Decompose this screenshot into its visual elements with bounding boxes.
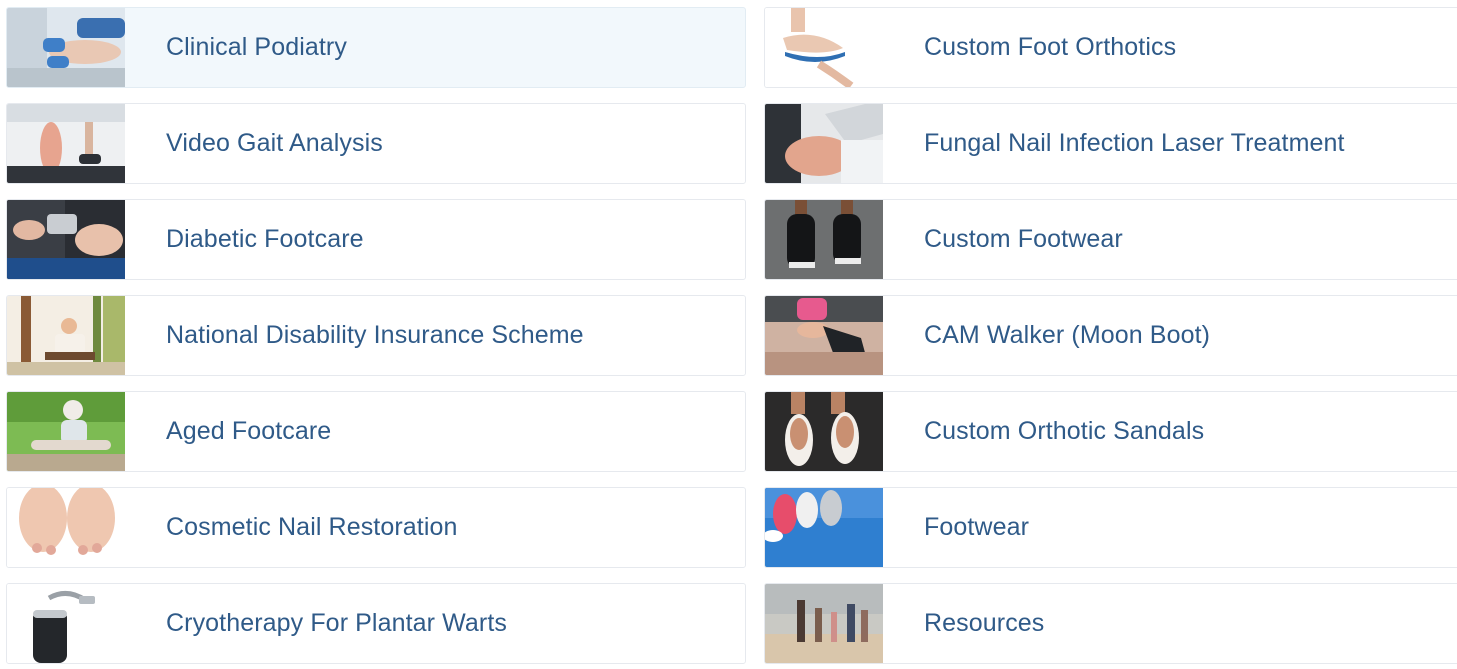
elderly-woman-stretching-photo <box>7 392 125 471</box>
service-label: Video Gait Analysis <box>166 129 383 157</box>
service-card-cryotherapy[interactable]: Cryotherapy For Plantar Warts <box>6 583 746 664</box>
service-card-custom-footwear[interactable]: Custom Footwear <box>764 199 1457 280</box>
service-label: Diabetic Footcare <box>166 225 364 253</box>
service-label: Fungal Nail Infection Laser Treatment <box>924 129 1345 157</box>
service-label: Custom Foot Orthotics <box>924 33 1177 61</box>
service-label: National Disability Insurance Scheme <box>166 321 584 349</box>
service-card-cosmetic-nail-restoration[interactable]: Cosmetic Nail Restoration <box>6 487 746 568</box>
services-grid: Clinical Podiatry Video Gait Analysis Di… <box>0 0 1457 669</box>
service-card-fungal-nail-laser[interactable]: Fungal Nail Infection Laser Treatment <box>764 103 1457 184</box>
orthotic-insole-photo <box>765 8 883 87</box>
service-card-footwear[interactable]: Footwear <box>764 487 1457 568</box>
service-label: Custom Footwear <box>924 225 1123 253</box>
black-shoes-photo <box>765 200 883 279</box>
service-card-orthotic-sandals[interactable]: Custom Orthotic Sandals <box>764 391 1457 472</box>
moon-boot-photo <box>765 296 883 375</box>
service-card-video-gait-analysis[interactable]: Video Gait Analysis <box>6 103 746 184</box>
service-card-cam-walker[interactable]: CAM Walker (Moon Boot) <box>764 295 1457 376</box>
service-label: Clinical Podiatry <box>166 33 347 61</box>
service-label: Custom Orthotic Sandals <box>924 417 1205 445</box>
services-column-right: Custom Foot Orthotics Fungal Nail Infect… <box>764 7 1457 664</box>
podiatry-treatment-photo <box>7 8 125 87</box>
service-card-ndis[interactable]: National Disability Insurance Scheme <box>6 295 746 376</box>
service-label: Cryotherapy For Plantar Warts <box>166 609 507 637</box>
treadmill-feet-photo <box>7 104 125 183</box>
laser-treatment-photo <box>765 104 883 183</box>
service-label: Resources <box>924 609 1045 637</box>
service-label: Aged Footcare <box>166 417 332 445</box>
sandals-photo <box>765 392 883 471</box>
service-card-resources[interactable]: Resources <box>764 583 1457 664</box>
service-label: Footwear <box>924 513 1030 541</box>
service-card-custom-foot-orthotics[interactable]: Custom Foot Orthotics <box>764 7 1457 88</box>
park-swing-photo <box>7 296 125 375</box>
service-label: Cosmetic Nail Restoration <box>166 513 458 541</box>
cryo-device-photo <box>7 584 125 663</box>
service-card-diabetic-footcare[interactable]: Diabetic Footcare <box>6 199 746 280</box>
sneakers-photo <box>765 488 883 567</box>
bare-feet-photo <box>7 488 125 567</box>
foot-examination-photo <box>7 200 125 279</box>
family-beach-walk-photo <box>765 584 883 663</box>
service-card-aged-footcare[interactable]: Aged Footcare <box>6 391 746 472</box>
service-label: CAM Walker (Moon Boot) <box>924 321 1211 349</box>
services-column-left: Clinical Podiatry Video Gait Analysis Di… <box>6 7 746 664</box>
service-card-clinical-podiatry[interactable]: Clinical Podiatry <box>6 7 746 88</box>
